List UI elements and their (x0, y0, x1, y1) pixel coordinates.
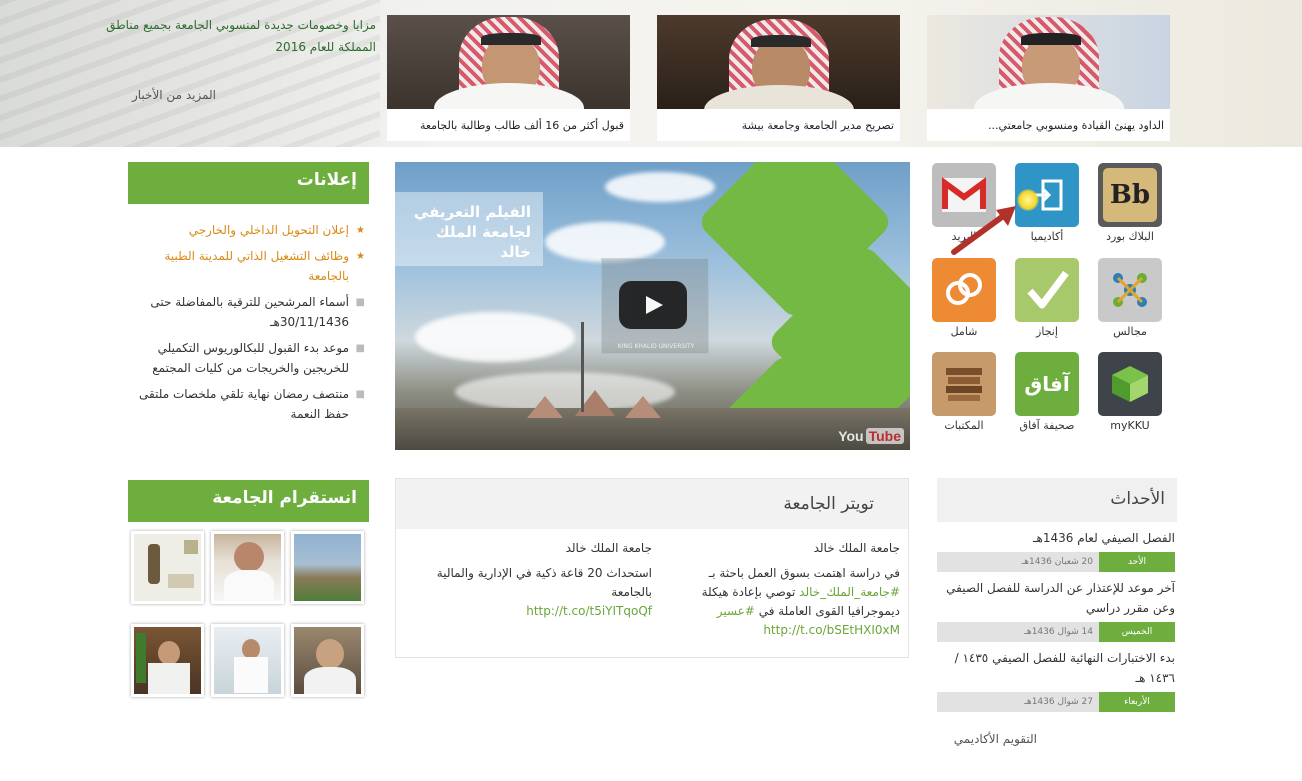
afaq-newspaper-icon: آفاق (1015, 352, 1079, 416)
libraries-books-icon (932, 352, 996, 416)
star-icon: ★ (356, 251, 365, 262)
app-label: صحيفة آفاق (1019, 419, 1075, 432)
announcements-list: ★ إعلان التحويل الداخلي والخارجي ★ وظائف ا… (128, 218, 369, 428)
news-photo-2 (657, 15, 900, 109)
tweet-link[interactable]: http://t.co/bSEtHXI0xM (670, 621, 900, 640)
events-header: الأحداث (937, 478, 1177, 522)
announcement-item[interactable]: ★ إعلان التحويل الداخلي والخارجي (128, 218, 369, 244)
instagram-photo-1[interactable] (291, 531, 364, 604)
hashtag-link[interactable]: #عسير (717, 604, 755, 618)
event-item[interactable]: بدء الاختبارات النهائية للفصل الصيفي ١٤٣… (937, 642, 1177, 712)
news-caption-3[interactable]: قبول أكثر من 16 ألف طالب وطالبة بالجامعة (387, 113, 630, 139)
academic-calendar-link[interactable]: التقويم الأكاديمي (937, 732, 1177, 746)
event-date: 20 شعبان 1436هـ (937, 552, 1099, 572)
event-day-badge: الأربعاء (1099, 692, 1175, 712)
event-day-badge: الأحد (1099, 552, 1175, 572)
announcements-header: إعلانات (128, 162, 369, 204)
news-card-3[interactable]: قبول أكثر من 16 ألف طالب وطالبة بالجامعة (387, 15, 630, 141)
event-title[interactable]: آخر موعد للإعتذار عن الدراسة للفصل الصيف… (937, 578, 1175, 618)
app-label: myKKU (1110, 419, 1150, 432)
app-label: المكتبات (944, 419, 984, 432)
tweet-text: في دراسة اهتمت بسوق العمل باحثة بـ #جامع… (670, 564, 900, 640)
app-mykku[interactable]: myKKU (1097, 352, 1163, 432)
bullet-square-icon: ■ (355, 297, 365, 308)
academia-login-icon (1015, 163, 1079, 227)
blackboard-icon: Bb (1098, 163, 1162, 227)
news-caption-1[interactable]: الداود يهنئ القيادة ومنسوبي جامعتي... (927, 113, 1170, 139)
tweet-text: استحداث 20 قاعة ذكية في الإدارية والمالي… (422, 564, 652, 621)
instagram-header: انستقرام الجامعة (128, 480, 369, 522)
event-day-badge: الخميس (1099, 622, 1175, 642)
app-label: البلاك بورد (1106, 230, 1154, 243)
app-councils[interactable]: مجالس (1097, 258, 1163, 338)
events-panel: الأحداث الفصل الصيفي لعام 1436هـ الأحد 20… (937, 478, 1177, 746)
event-date: 14 شوال 1436هـ (937, 622, 1099, 642)
video-title: الفيلم التعريفي لجامعة الملك خالد (395, 192, 543, 266)
play-button[interactable] (619, 281, 687, 329)
announcement-item[interactable]: ■ أسماء المرشحين للترقية بالمفاضلة حتى 30… (128, 290, 369, 336)
hashtag-link[interactable]: #جامعة_الملك_خالد (799, 585, 900, 599)
youtube-logo[interactable]: You Tube (838, 428, 904, 444)
event-title[interactable]: الفصل الصيفي لعام 1436هـ (937, 528, 1175, 548)
news-photo-1 (927, 15, 1170, 109)
app-blackboard[interactable]: Bb البلاك بورد (1097, 163, 1163, 243)
instagram-photo-5[interactable] (211, 624, 284, 697)
announcement-item[interactable]: ■ موعد بدء القبول للبكالوريوس التكميلي لل… (128, 336, 369, 382)
tweet-1: جامعة الملك خالد في دراسة اهتمت بسوق الع… (670, 539, 900, 640)
app-label: مجالس (1113, 325, 1147, 338)
event-item[interactable]: آخر موعد للإعتذار عن الدراسة للفصل الصيف… (937, 572, 1177, 642)
video-player[interactable]: الفيلم التعريفي لجامعة الملك خالد KING K… (395, 162, 910, 450)
pointer-arrow-icon (951, 206, 1016, 255)
news-strip: الداود يهنئ القيادة ومنسوبي جامعتي... تص… (0, 0, 1302, 147)
app-enjaz[interactable]: إنجاز (1014, 258, 1080, 338)
event-title[interactable]: بدء الاختبارات النهائية للفصل الصيفي ١٤٣… (937, 648, 1175, 688)
event-date: 27 شوال 1436هـ (937, 692, 1099, 712)
twitter-header: تويتر الجامعة (396, 479, 908, 529)
tweet-link[interactable]: http://t.co/t5iYITqoQf (422, 602, 652, 621)
news-photo-3 (387, 15, 630, 109)
twitter-panel: تويتر الجامعة جامعة الملك خالد في دراسة … (395, 478, 909, 658)
app-label: إنجاز (1036, 325, 1058, 338)
news-caption-2[interactable]: تصريح مدير الجامعة وجامعة بيشة (657, 113, 900, 139)
tweet-2: جامعة الملك خالد استحداث 20 قاعة ذكية في… (422, 539, 652, 621)
bullet-square-icon: ■ (355, 389, 365, 400)
news-card-1[interactable]: الداود يهنئ القيادة ومنسوبي جامعتي... (927, 15, 1170, 141)
app-libraries[interactable]: المكتبات (931, 352, 997, 432)
star-icon: ★ (356, 225, 365, 236)
news-headline[interactable]: مزايا وخصومات جديدة لمنسوبي الجامعة بجمي… (96, 14, 376, 58)
app-afaq[interactable]: آفاق صحيفة آفاق (1014, 352, 1080, 432)
councils-icon (1098, 258, 1162, 322)
announcement-item[interactable]: ★ وظائف التشغيل الذاتي للمدينة الطبية بال… (128, 244, 369, 290)
rings-icon (932, 258, 996, 322)
instagram-photo-2[interactable] (211, 531, 284, 604)
checkmark-icon (1015, 258, 1079, 322)
bullet-square-icon: ■ (355, 343, 365, 354)
tweet-author[interactable]: جامعة الملك خالد (670, 539, 900, 558)
announcement-item[interactable]: ■ منتصف رمضان نهاية تلقي ملخصات ملتقى حفظ… (128, 382, 369, 428)
news-more-link[interactable]: المزيد من الأخبار (110, 88, 216, 102)
event-item[interactable]: الفصل الصيفي لعام 1436هـ الأحد 20 شعبان 1… (937, 522, 1177, 572)
instagram-photo-6[interactable] (131, 624, 204, 697)
tweet-author[interactable]: جامعة الملك خالد (422, 539, 652, 558)
app-shamel[interactable]: شامل (931, 258, 997, 338)
instagram-photo-4[interactable] (291, 624, 364, 697)
app-label: شامل (950, 325, 978, 338)
mykku-cube-icon (1098, 352, 1162, 416)
instagram-photo-3[interactable] (131, 531, 204, 604)
news-card-2[interactable]: تصريح مدير الجامعة وجامعة بيشة (657, 15, 900, 141)
lamp-post (581, 322, 584, 412)
